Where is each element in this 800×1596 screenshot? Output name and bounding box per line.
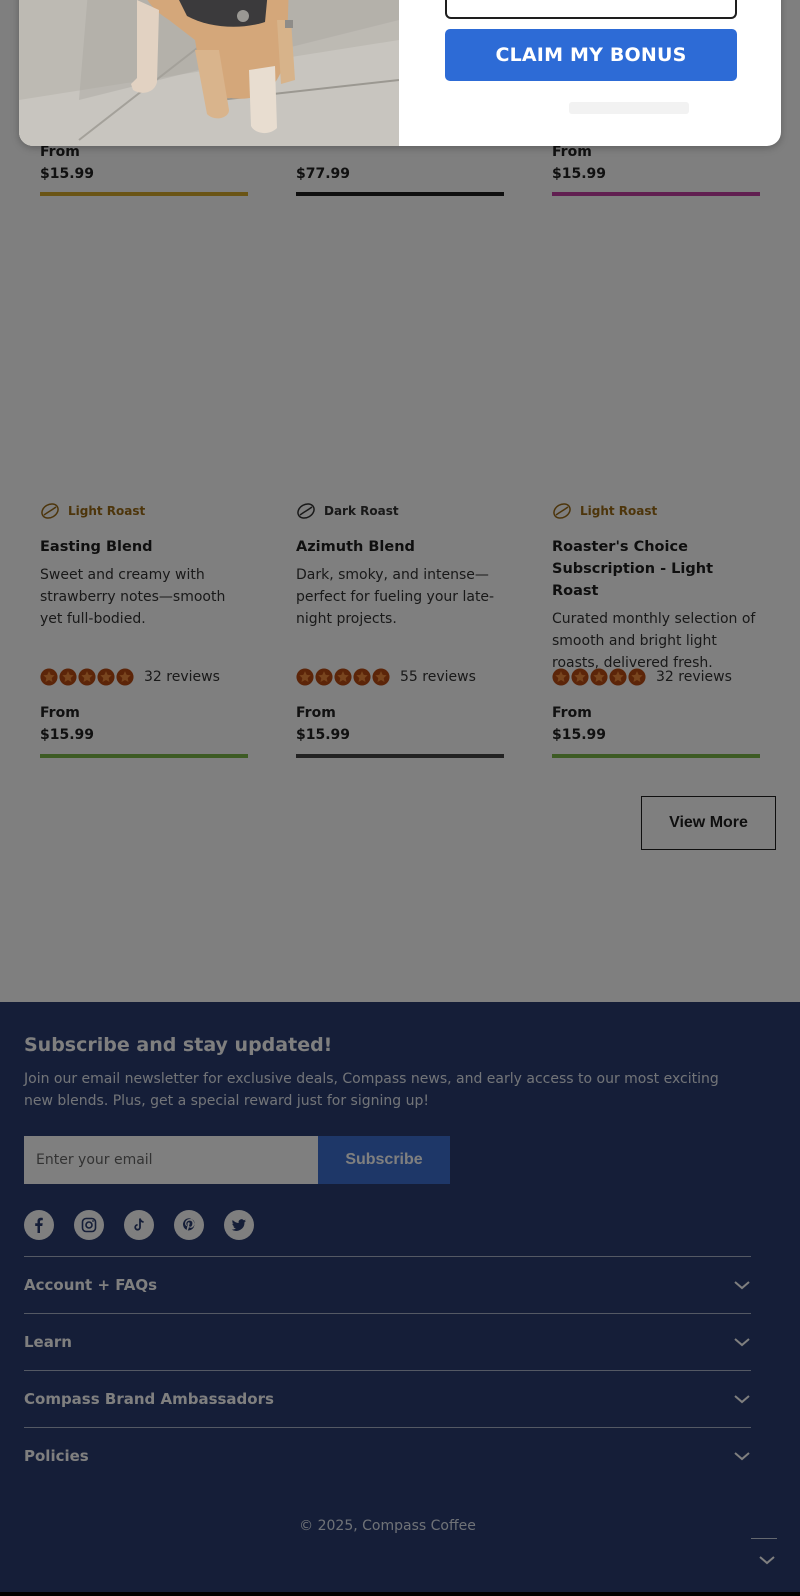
price-block: From $15.99 — [296, 702, 350, 746]
modal-email-input[interactable] — [445, 0, 737, 19]
star-rating — [40, 668, 134, 686]
review-count[interactable]: 55 reviews — [400, 669, 476, 685]
rating: 55 reviews — [296, 666, 476, 688]
product-grid: From $15.99 $77.99 From $15.99 Light Roa… — [0, 0, 800, 1002]
accordion-learn[interactable]: Learn — [24, 1313, 751, 1370]
price-prefix: From — [40, 705, 80, 721]
roast-label: Light Roast — [68, 504, 146, 518]
product-title[interactable]: Easting Blend — [40, 536, 248, 558]
accordion-label: Compass Brand Ambassadors — [24, 1390, 274, 1408]
accordion-brand-ambassadors[interactable]: Compass Brand Ambassadors — [24, 1370, 751, 1427]
price: $15.99 — [296, 727, 351, 743]
chevron-down-icon — [734, 1281, 750, 1290]
chevron-down-icon — [734, 1338, 750, 1347]
star-icon — [609, 668, 627, 686]
star-icon — [372, 668, 390, 686]
instagram-icon[interactable] — [74, 1210, 104, 1240]
star-icon — [334, 668, 352, 686]
view-more-button[interactable]: View More — [641, 796, 776, 850]
newsletter-title: Subscribe and stay updated! — [24, 1034, 333, 1056]
star-icon — [116, 668, 134, 686]
price-block: From $15.99 — [40, 702, 94, 746]
accordion-label: Learn — [24, 1333, 72, 1351]
review-count[interactable]: 32 reviews — [144, 669, 220, 685]
price: $15.99 — [40, 166, 95, 182]
coffee-bean-icon — [41, 503, 59, 519]
price-block: From $15.99 — [552, 141, 606, 185]
accordion-label: Account + FAQs — [24, 1276, 158, 1294]
tiktok-icon[interactable] — [124, 1210, 154, 1240]
promo-modal: CLAIM MY BONUS — [19, 0, 781, 146]
email-field[interactable] — [24, 1136, 318, 1184]
roast-label: Light Roast — [580, 504, 658, 518]
price-block: From $15.99 — [40, 141, 94, 185]
price-prefix: From — [296, 705, 336, 721]
star-icon — [97, 668, 115, 686]
chevron-down-icon — [734, 1395, 750, 1404]
accent-bar — [552, 754, 760, 758]
site-footer: Subscribe and stay updated! Join our ema… — [0, 1002, 800, 1596]
star-icon — [571, 668, 589, 686]
accent-bar — [296, 754, 504, 758]
pinterest-icon[interactable] — [174, 1210, 204, 1240]
bottom-strip — [0, 1592, 800, 1596]
subscribe-button[interactable]: Subscribe — [318, 1136, 450, 1184]
roast-badge: Light Roast — [40, 500, 248, 522]
accent-bar — [552, 192, 760, 196]
twitter-icon[interactable] — [224, 1210, 254, 1240]
product-description: Dark, smoky, and intense—perfect for fue… — [296, 567, 495, 627]
price: $15.99 — [40, 727, 95, 743]
social-links — [24, 1210, 254, 1240]
claim-bonus-button[interactable]: CLAIM MY BONUS — [445, 29, 737, 81]
roast-badge: Light Roast — [552, 500, 760, 522]
accordion-account-faqs[interactable]: Account + FAQs — [24, 1256, 751, 1313]
price: $15.99 — [552, 727, 607, 743]
product-card[interactable]: Dark Roast Azimuth Blend Dark, smoky, an… — [296, 500, 504, 758]
star-rating — [296, 668, 390, 686]
accordion-policies[interactable]: Policies — [24, 1427, 751, 1484]
review-count[interactable]: 32 reviews — [656, 669, 732, 685]
accent-bar — [40, 754, 248, 758]
accent-bar — [40, 192, 248, 196]
star-icon — [315, 668, 333, 686]
price: $15.99 — [552, 166, 607, 182]
divider — [751, 1538, 777, 1539]
product-card[interactable]: Light Roast Easting Blend Sweet and crea… — [40, 500, 248, 758]
chevron-down-icon — [734, 1452, 750, 1461]
price-block: From $15.99 — [552, 702, 606, 746]
roast-label: Dark Roast — [324, 504, 399, 518]
price-block: $77.99 — [296, 163, 350, 185]
star-icon — [40, 668, 58, 686]
star-icon — [628, 668, 646, 686]
newsletter-description: Join our email newsletter for exclusive … — [24, 1071, 719, 1109]
accent-bar — [296, 192, 504, 196]
rating: 32 reviews — [552, 666, 732, 688]
product-title[interactable]: Roaster's Choice Subscription - Light Ro… — [552, 536, 760, 602]
star-icon — [296, 668, 314, 686]
chevron-down-icon[interactable] — [758, 1554, 776, 1566]
product-card[interactable]: Light Roast Roaster's Choice Subscriptio… — [552, 500, 760, 758]
star-icon — [552, 668, 570, 686]
star-rating — [552, 668, 646, 686]
star-icon — [590, 668, 608, 686]
modal-secondary-link[interactable] — [569, 102, 689, 114]
product-description: Curated monthly selection of smooth and … — [552, 611, 756, 671]
roast-badge: Dark Roast — [296, 500, 504, 522]
star-icon — [353, 668, 371, 686]
accordion-label: Policies — [24, 1447, 89, 1465]
star-icon — [59, 668, 77, 686]
product-description: Sweet and creamy with strawberry notes—s… — [40, 567, 226, 627]
dog-photo — [19, 0, 399, 146]
product-title[interactable]: Azimuth Blend — [296, 536, 504, 558]
rating: 32 reviews — [40, 666, 220, 688]
star-icon — [78, 668, 96, 686]
facebook-icon[interactable] — [24, 1210, 54, 1240]
coffee-bean-icon — [297, 503, 315, 519]
price-prefix: From — [552, 705, 592, 721]
copyright-text: © 2025, Compass Coffee — [299, 1518, 476, 1534]
price: $77.99 — [296, 166, 351, 182]
coffee-bean-icon — [553, 503, 571, 519]
